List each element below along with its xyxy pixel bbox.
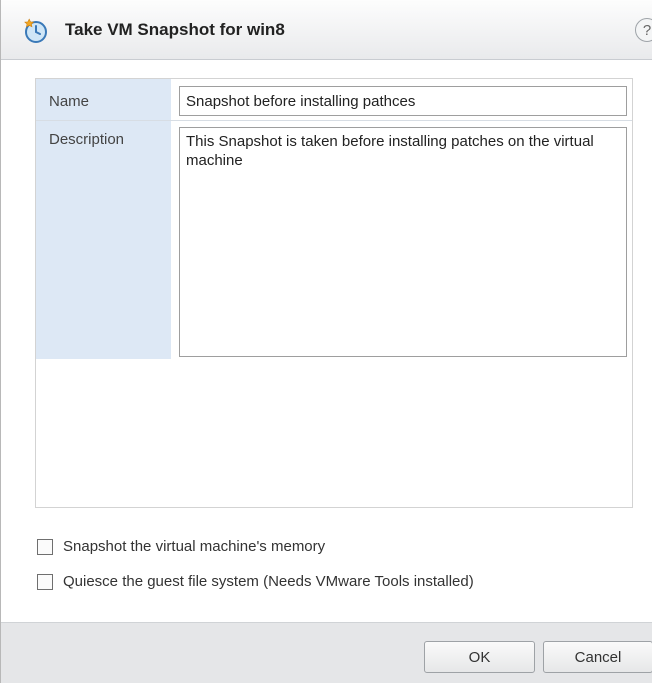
snapshot-dialog: Take VM Snapshot for win8 ? Name Descrip… — [0, 0, 652, 683]
dialog-footer: OK Cancel — [1, 622, 652, 683]
memory-option-label[interactable]: Snapshot the virtual machine's memory — [63, 538, 325, 555]
snapshot-form: Name Description This Snapshot is taken … — [35, 78, 633, 508]
description-textarea[interactable]: This Snapshot is taken before installing… — [179, 127, 627, 357]
ok-button[interactable]: OK — [424, 641, 535, 673]
quiesce-option-label[interactable]: Quiesce the guest file system (Needs VMw… — [63, 573, 474, 590]
name-label: Name — [49, 93, 90, 110]
description-label: Description — [49, 131, 125, 148]
dialog-titlebar[interactable]: Take VM Snapshot for win8 ? — [1, 0, 652, 60]
memory-option-row[interactable]: Snapshot the virtual machine's memory — [37, 538, 325, 555]
cancel-button[interactable]: Cancel — [543, 641, 652, 673]
label-column — [36, 79, 171, 359]
memory-checkbox[interactable] — [37, 538, 53, 555]
quiesce-option-row[interactable]: Quiesce the guest file system (Needs VMw… — [37, 573, 474, 590]
quiesce-checkbox[interactable] — [37, 573, 53, 590]
row-divider — [36, 120, 632, 121]
snapshot-icon — [23, 18, 49, 44]
dialog-title: Take VM Snapshot for win8 — [65, 20, 285, 39]
help-icon[interactable]: ? — [635, 18, 652, 42]
name-input[interactable] — [179, 86, 627, 116]
